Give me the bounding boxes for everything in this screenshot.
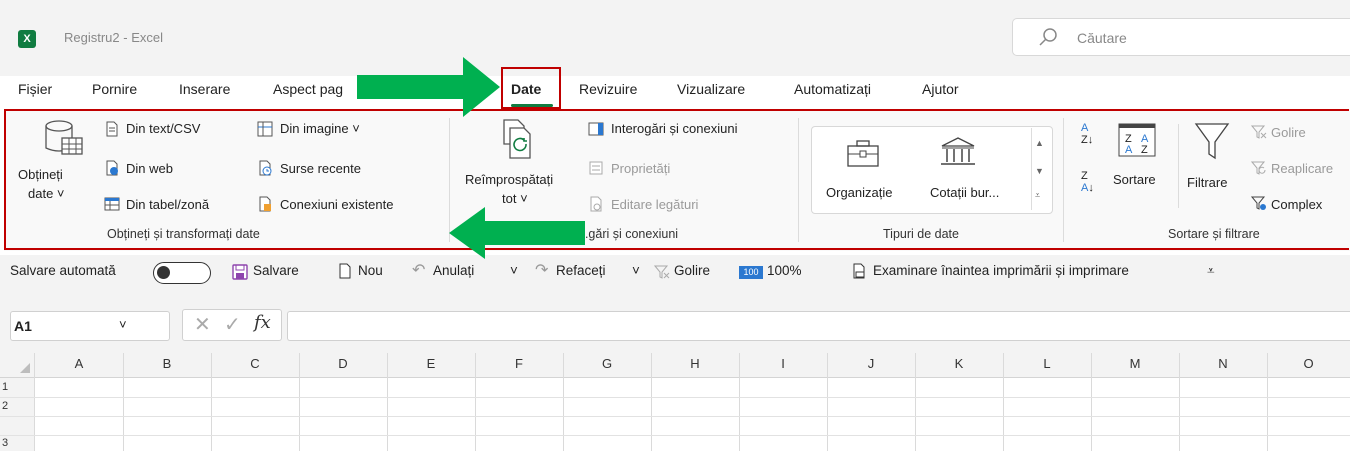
grid-line [1179, 353, 1180, 451]
zoom-100-icon[interactable]: 100 [739, 266, 763, 279]
redo-icon[interactable]: ↷ [535, 260, 548, 280]
column-header-h[interactable]: H [651, 356, 739, 371]
autosave-label: Salvare automată [10, 263, 116, 278]
excel-logo: X [18, 30, 36, 48]
grid-line [563, 353, 564, 451]
grid-line [475, 353, 476, 451]
search-icon [1039, 28, 1057, 46]
column-header-n[interactable]: N [1179, 356, 1267, 371]
undo-icon[interactable]: ↶ [412, 260, 425, 280]
new-file-icon[interactable] [337, 263, 353, 279]
grid-line [739, 353, 740, 451]
undo-dropdown-icon[interactable]: ˅ [510, 263, 518, 278]
save-button[interactable]: Salvare [253, 263, 299, 278]
column-header-l[interactable]: L [1003, 356, 1091, 371]
search-placeholder: Căutare [1077, 30, 1127, 46]
column-header-f[interactable]: F [475, 356, 563, 371]
grid-line [651, 353, 652, 451]
undo-button[interactable]: Anulați [433, 263, 474, 278]
grid-line [34, 353, 35, 451]
column-header-e[interactable]: E [387, 356, 475, 371]
name-box[interactable]: A1 ˅ [10, 311, 170, 341]
tab-review[interactable]: Revizuire [579, 81, 637, 97]
grid-line [387, 353, 388, 451]
print-preview-button[interactable]: Examinare înaintea imprimării și imprima… [873, 263, 1129, 278]
grid-line [915, 353, 916, 451]
clear-filter-qat-icon[interactable] [654, 264, 670, 280]
column-header-c[interactable]: C [211, 356, 299, 371]
column-header-d[interactable]: D [299, 356, 387, 371]
tab-automate[interactable]: Automatizați [794, 81, 871, 97]
zoom-level[interactable]: 100% [767, 263, 802, 278]
green-arrow-right [357, 57, 500, 117]
grid-line [0, 397, 1350, 398]
redo-button[interactable]: Refaceți [556, 263, 606, 278]
tab-home[interactable]: Pornire [92, 81, 137, 97]
column-header-i[interactable]: I [739, 356, 827, 371]
grid-line [299, 353, 300, 451]
column-header-a[interactable]: A [35, 356, 123, 371]
save-icon[interactable] [232, 264, 248, 280]
print-preview-icon[interactable] [851, 263, 867, 279]
row-header-3[interactable]: 3 [0, 437, 24, 449]
column-header-g[interactable]: G [563, 356, 651, 371]
tab-page-layout[interactable]: Aspect pag [273, 81, 343, 97]
grid-line [123, 353, 124, 451]
insert-function-icon[interactable]: fx [254, 312, 271, 333]
column-header-k[interactable]: K [915, 356, 1003, 371]
column-header-m[interactable]: M [1091, 356, 1179, 371]
tab-help[interactable]: Ajutor [922, 81, 959, 97]
redo-dropdown-icon[interactable]: ˅ [632, 263, 640, 278]
document-title: Registru2 - Excel [64, 30, 163, 45]
grid-line [827, 353, 828, 451]
autosave-toggle[interactable] [153, 262, 211, 284]
tab-view[interactable]: Vizualizare [677, 81, 745, 97]
grid-line [1091, 353, 1092, 451]
column-header-o[interactable]: O [1267, 356, 1350, 371]
select-all-corner[interactable] [0, 353, 34, 377]
tab-file[interactable]: Fișier [18, 81, 52, 97]
toggle-knob [157, 266, 170, 279]
row-header-2[interactable]: 2 [0, 400, 24, 412]
new-button[interactable]: Nou [358, 263, 383, 278]
green-arrow-left [449, 207, 585, 259]
grid-line [0, 416, 1350, 417]
enter-icon[interactable]: ✓ [224, 312, 241, 337]
cancel-icon[interactable]: ✕ [194, 312, 211, 337]
tab-highlight-box [501, 67, 561, 109]
grid-line [0, 435, 1350, 436]
chevron-down-icon[interactable]: ˅ [119, 317, 127, 332]
search-input[interactable] [1012, 18, 1350, 56]
name-box-value: A1 [14, 318, 32, 334]
column-header-b[interactable]: B [123, 356, 211, 371]
column-header-j[interactable]: J [827, 356, 915, 371]
formula-input[interactable] [287, 311, 1350, 341]
row-header-1[interactable]: 1 [0, 381, 24, 393]
tab-insert[interactable]: Inserare [179, 81, 230, 97]
grid-line [211, 353, 212, 451]
grid-line [1267, 353, 1268, 451]
customize-qat-icon[interactable]: ⩡ [1207, 263, 1215, 279]
grid-line [1003, 353, 1004, 451]
clear-button[interactable]: Golire [674, 263, 710, 278]
ribbon-highlight-box [4, 109, 1349, 250]
